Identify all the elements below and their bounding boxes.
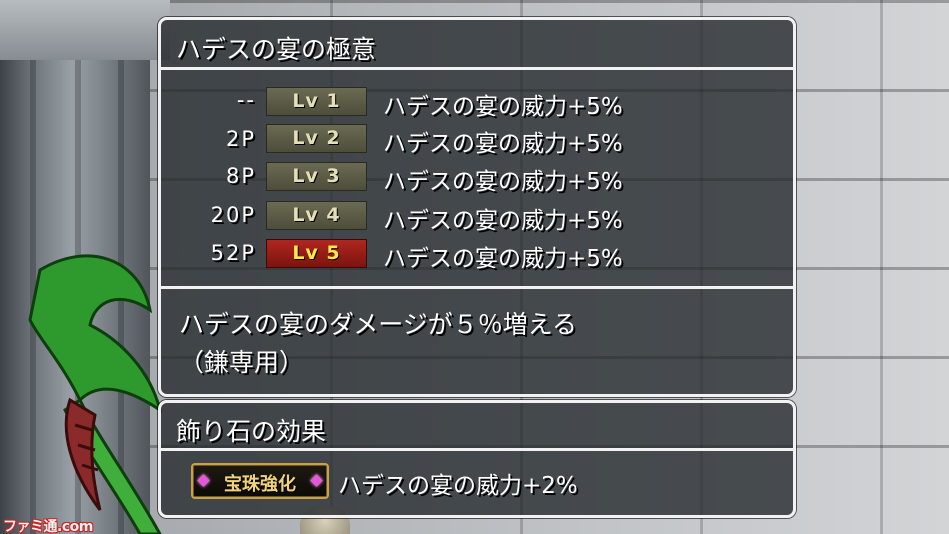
level-chip: Lv 3: [266, 162, 367, 191]
level-cost: --: [236, 88, 256, 112]
level-effect: ハデスの宴の威力+5%: [383, 208, 623, 234]
jewel-effect-row[interactable]: 宝珠強化 ハデスの宴の威力+2%: [161, 448, 793, 515]
skill-title: ハデスの宴の極意: [176, 35, 377, 64]
badge-label: 宝珠強化: [224, 474, 296, 495]
level-effect: ハデスの宴の威力+5%: [383, 246, 623, 272]
title-divider: [161, 67, 793, 70]
level-cost: 20P: [210, 203, 256, 227]
jewel-effect-text: ハデスの宴の威力+2%: [338, 473, 578, 499]
level-chip: Lv 4: [266, 201, 367, 230]
level-effect: ハデスの宴の威力+5%: [383, 169, 623, 195]
level-chip: Lv 1: [266, 87, 367, 116]
jewel-enhance-badge: 宝珠強化: [191, 463, 329, 499]
jewel-title: 飾り石の効果: [176, 417, 327, 446]
skill-detail-window: ハデスの宴の極意 -- Lv 1 ハデスの宴の威力+5% 2P Lv 2 ハデス…: [158, 17, 796, 397]
description-divider: [161, 286, 793, 289]
jewel-effect-window: 飾り石の効果 宝珠強化 ハデスの宴の威力+2%: [158, 400, 796, 518]
skill-description: ハデスの宴のダメージが５％増える: [179, 310, 578, 339]
level-cost: 8P: [225, 164, 256, 188]
pillar-capital: [0, 0, 170, 60]
level-chip: Lv 2: [266, 124, 367, 153]
site-watermark: ファミ通.com: [3, 519, 93, 534]
level-effect: ハデスの宴の威力+5%: [383, 94, 623, 120]
level-cost: 52P: [210, 241, 256, 265]
skill-description-note: （鎌専用）: [179, 348, 305, 377]
level-cost: 2P: [225, 127, 256, 151]
level-effect: ハデスの宴の威力+5%: [383, 131, 623, 157]
level-chip-selected: Lv 5: [266, 239, 367, 268]
